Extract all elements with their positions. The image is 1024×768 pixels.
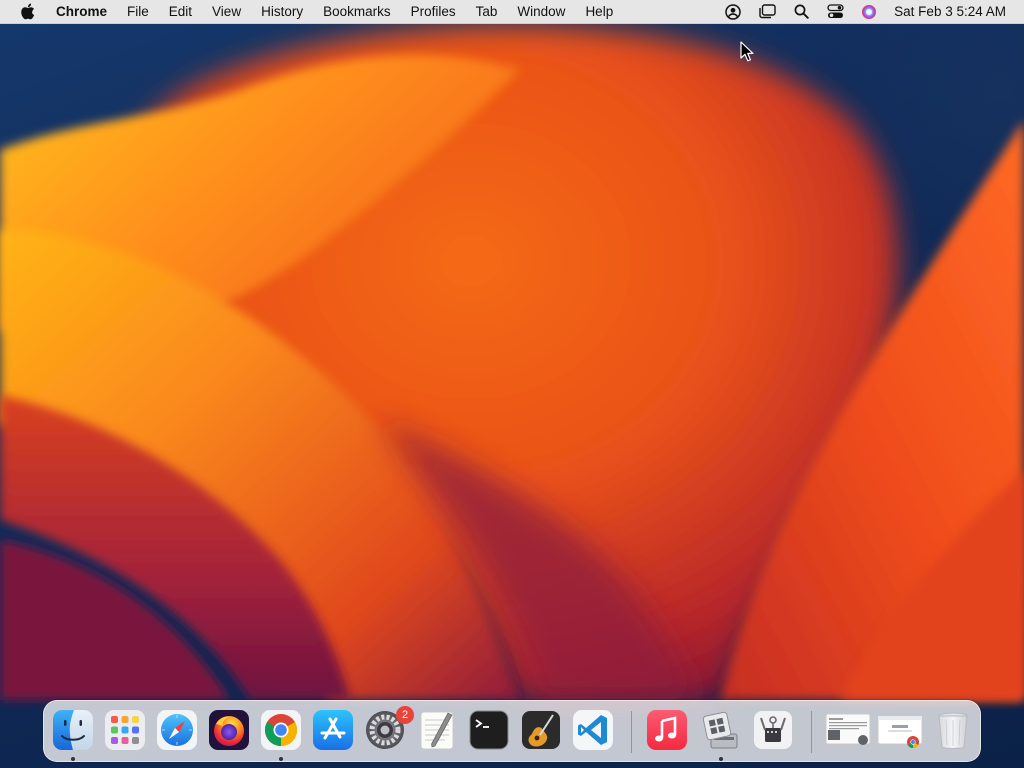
dock-bootcamp-icon[interactable] — [699, 708, 743, 752]
bootcamp-running-indicator — [719, 757, 723, 761]
siri-icon[interactable] — [852, 0, 886, 24]
dock-separator-recents — [811, 711, 812, 753]
apple-menu-icon[interactable] — [18, 3, 36, 21]
dock-chrome-icon[interactable] — [259, 708, 303, 752]
dock-chrome-document-icon[interactable] — [875, 708, 925, 752]
stage-manager-icon[interactable] — [750, 0, 784, 24]
user-account-icon[interactable] — [716, 0, 750, 24]
wallpaper-graphic — [0, 24, 1024, 701]
finder-running-indicator — [71, 757, 75, 761]
chrome-running-indicator — [279, 757, 283, 761]
menu-edit[interactable]: Edit — [159, 0, 202, 24]
mouse-cursor-icon — [740, 41, 756, 63]
menu-help[interactable]: Help — [575, 0, 623, 24]
dock-app-store-icon[interactable] — [311, 708, 355, 752]
dock-garageband-icon[interactable] — [519, 708, 563, 752]
dock: 2 — [43, 700, 981, 762]
dock-firefox-icon[interactable] — [207, 708, 251, 752]
status-area: Sat Feb 3 5:24 AM — [716, 0, 1024, 24]
dock-separator — [631, 711, 632, 753]
dock-vscode-icon[interactable] — [571, 708, 615, 752]
dock-downloads-stack-icon[interactable] — [823, 708, 873, 752]
spotlight-search-icon[interactable] — [784, 0, 818, 24]
system-settings-badge: 2 — [396, 706, 414, 724]
menu-file[interactable]: File — [117, 0, 159, 24]
menu-profiles[interactable]: Profiles — [401, 0, 466, 24]
app-menu-chrome[interactable]: Chrome — [46, 0, 117, 24]
menu-bar: Chrome File Edit View History Bookmarks … — [0, 0, 1024, 24]
dock-launchpad-icon[interactable] — [103, 708, 147, 752]
menu-view[interactable]: View — [202, 0, 251, 24]
menu-tab[interactable]: Tab — [466, 0, 508, 24]
dock-music-icon[interactable] — [645, 708, 689, 752]
dock-system-information-icon[interactable] — [751, 708, 795, 752]
menu-bar-clock[interactable]: Sat Feb 3 5:24 AM — [886, 0, 1024, 24]
dock-terminal-icon[interactable] — [467, 708, 511, 752]
menu-bookmarks[interactable]: Bookmarks — [313, 0, 401, 24]
dock-trash-icon[interactable] — [931, 708, 975, 752]
menu-history[interactable]: History — [251, 0, 313, 24]
menu-window[interactable]: Window — [507, 0, 575, 24]
dock-finder-icon[interactable] — [51, 708, 95, 752]
dock-textedit-icon[interactable] — [415, 708, 459, 752]
dock-safari-icon[interactable] — [155, 708, 199, 752]
control-center-icon[interactable] — [818, 0, 852, 24]
desktop-wallpaper — [0, 0, 1024, 768]
